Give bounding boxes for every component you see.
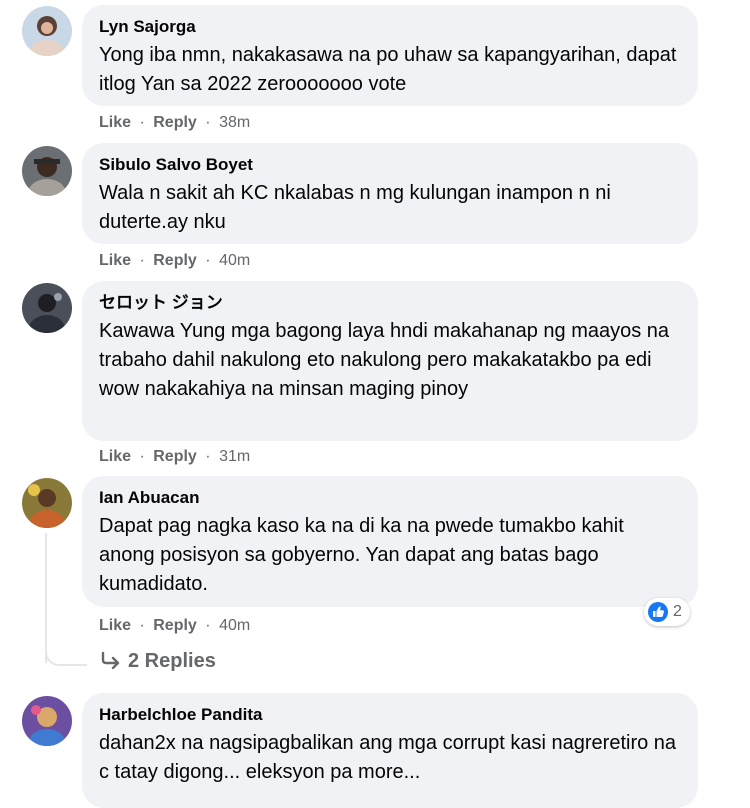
separator: · <box>139 617 145 634</box>
like-link[interactable]: Like <box>99 252 131 269</box>
separator: · <box>205 448 211 465</box>
comment-actions: Like · Reply · 31m <box>99 448 250 466</box>
comment-text: Yong iba nmn, nakakasawa na po uhaw sa k… <box>99 44 677 95</box>
separator: · <box>139 448 145 465</box>
comment-bubble: Sibulo Salvo Boyet Wala n sakit ah KC nk… <box>82 143 698 244</box>
comment-bubble: Ian Abuacan Dapat pag nagka kaso ka na d… <box>82 476 698 607</box>
comment-author[interactable]: Harbelchloe Pandita <box>99 705 680 725</box>
like-reaction-icon <box>648 602 668 622</box>
comment-timestamp[interactable]: 31m <box>219 448 250 465</box>
reply-link[interactable]: Reply <box>153 617 197 634</box>
comment-actions: Like · Reply · 40m <box>99 617 250 635</box>
comment-text: Wala n sakit ah KC nkalabas n mg kulunga… <box>99 182 611 233</box>
reaction-count: 2 <box>673 603 682 620</box>
reply-arrow-icon <box>101 651 120 670</box>
reaction-summary[interactable]: 2 <box>644 598 690 626</box>
comment-timestamp[interactable]: 40m <box>219 617 250 634</box>
avatar[interactable] <box>22 696 72 746</box>
separator: · <box>205 114 211 131</box>
like-link[interactable]: Like <box>99 617 131 634</box>
comment-text: Dapat pag nagka kaso ka na di ka na pwed… <box>99 515 624 595</box>
comment-timestamp[interactable]: 38m <box>219 114 250 131</box>
avatar[interactable] <box>22 478 72 528</box>
comment-author[interactable]: Sibulo Salvo Boyet <box>99 155 680 175</box>
reply-thread-curve <box>45 632 87 666</box>
reply-link[interactable]: Reply <box>153 114 197 131</box>
reply-link[interactable]: Reply <box>153 252 197 269</box>
comment-text: Kawawa Yung mga bagong laya hndi makahan… <box>99 320 670 400</box>
comment-text: dahan2x na nagsipagbalikan ang mga corru… <box>99 732 677 783</box>
comment-timestamp[interactable]: 40m <box>219 252 250 269</box>
separator: · <box>205 617 211 634</box>
comment-bubble: Harbelchloe Pandita dahan2x na nagsipagb… <box>82 693 698 808</box>
replies-label: 2 Replies <box>128 650 216 672</box>
avatar[interactable] <box>22 6 72 56</box>
avatar[interactable] <box>22 283 72 333</box>
reply-link[interactable]: Reply <box>153 448 197 465</box>
comment-bubble: セロット ジョン Kawawa Yung mga bagong laya hnd… <box>82 281 698 441</box>
separator: · <box>139 114 145 131</box>
separator: · <box>205 252 211 269</box>
comment-actions: Like · Reply · 38m <box>99 114 250 132</box>
comment-author[interactable]: Lyn Sajorga <box>99 17 680 37</box>
comment-author[interactable]: Ian Abuacan <box>99 488 680 508</box>
comment-author[interactable]: セロット ジョン <box>99 293 680 313</box>
view-replies-button[interactable]: 2 Replies <box>100 650 216 673</box>
like-link[interactable]: Like <box>99 114 131 131</box>
comment-bubble: Lyn Sajorga Yong iba nmn, nakakasawa na … <box>82 5 698 106</box>
separator: · <box>139 252 145 269</box>
comment-actions: Like · Reply · 40m <box>99 252 250 270</box>
like-link[interactable]: Like <box>99 448 131 465</box>
avatar[interactable] <box>22 146 72 196</box>
